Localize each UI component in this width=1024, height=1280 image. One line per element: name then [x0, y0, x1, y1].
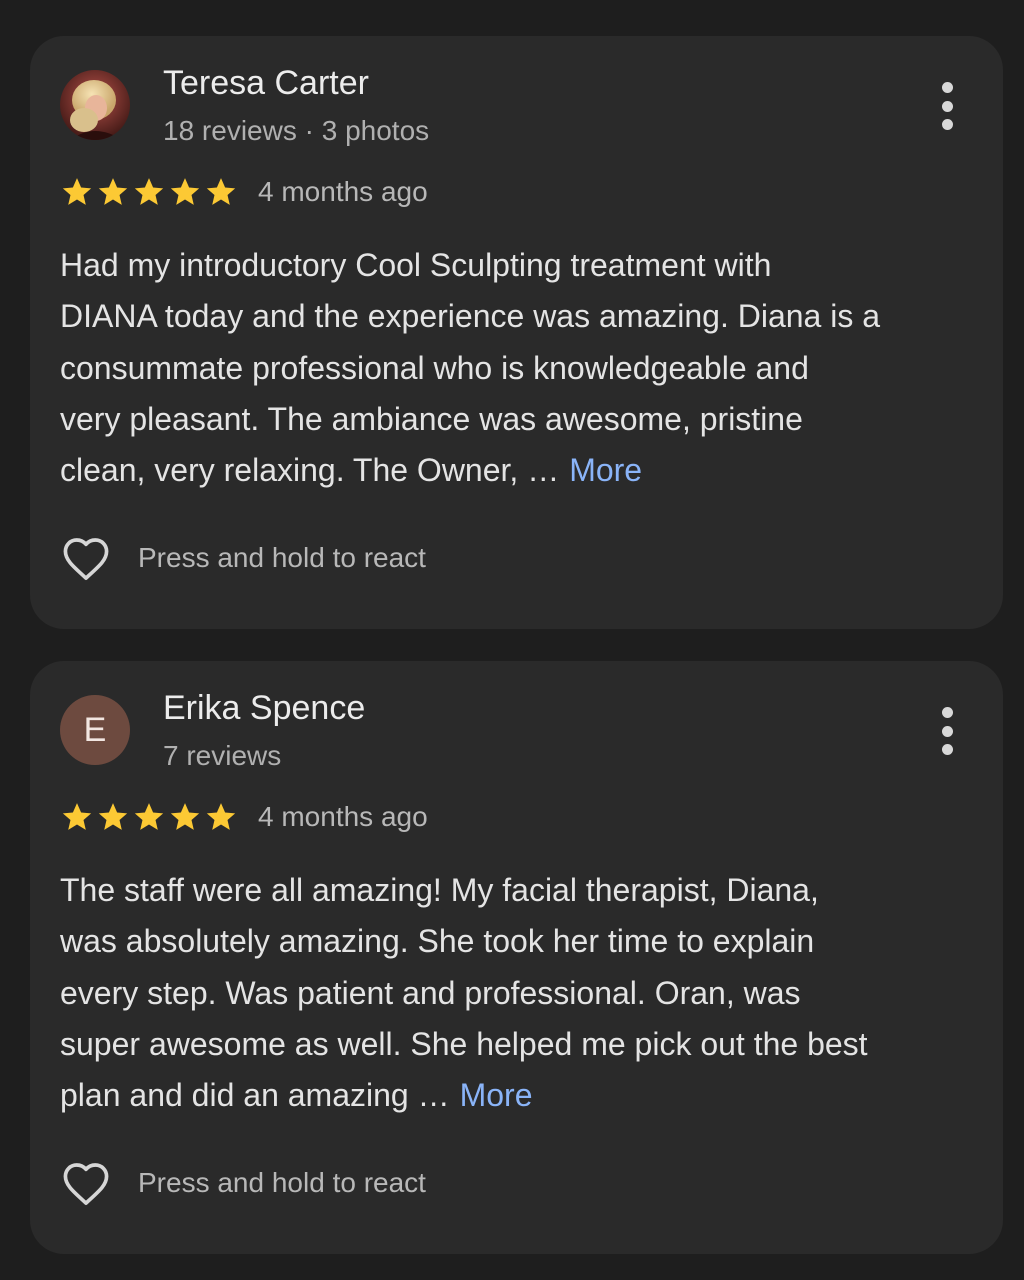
kebab-dot	[941, 707, 953, 718]
star-icon	[134, 803, 164, 830]
star-icon	[98, 178, 128, 205]
star-icon	[62, 803, 92, 830]
star-icon	[170, 803, 200, 830]
review-text-line: The staff were all amazing! My facial th…	[60, 872, 819, 908]
review-text-line: Had my introductory Cool Sculpting treat…	[60, 247, 772, 283]
kebab-dot	[941, 100, 953, 112]
reviewer-meta: 18 reviews · 3 photos	[163, 115, 430, 146]
more-vert-icon[interactable]	[935, 707, 959, 755]
review-text: The staff were all amazing! My facial th…	[60, 865, 990, 1121]
review-card: Teresa Carter 18 reviews · 3 photos 4 mo…	[30, 36, 1003, 629]
reviewer-avatar[interactable]: E	[60, 695, 130, 765]
more-link[interactable]: More	[460, 1077, 533, 1113]
react-label: Press and hold to react	[138, 542, 426, 573]
star-icon	[62, 178, 92, 205]
reviewer-name[interactable]: Erika Spence	[163, 689, 365, 728]
heart-outline-icon	[63, 538, 109, 580]
kebab-dot	[941, 119, 953, 130]
rating-row: 4 months ago	[60, 172, 428, 212]
review-text-line-last: clean, very relaxing. The Owner, … More	[60, 445, 990, 496]
star-icon	[206, 803, 236, 830]
react-button[interactable]: Press and hold to react	[60, 534, 426, 582]
review-text-line: consummate professional who is knowledge…	[60, 349, 809, 386]
review-text-line: every step. Was patient and professional…	[60, 974, 801, 1011]
rating-row: 4 months ago	[60, 797, 428, 837]
reviewer-avatar[interactable]	[60, 70, 130, 140]
star-icon	[170, 178, 200, 205]
review-text-line-last: plan and did an amazing … More	[60, 1070, 990, 1121]
kebab-dot	[941, 744, 953, 755]
star-icon	[206, 178, 236, 205]
kebab-dot	[941, 82, 953, 93]
review-text: Had my introductory Cool Sculpting treat…	[60, 240, 990, 496]
star-icon	[98, 803, 128, 830]
review-text-line: super awesome as well. She helped me pic…	[60, 1025, 868, 1062]
react-label: Press and hold to react	[138, 1167, 426, 1198]
reviewer-meta: 7 reviews	[163, 740, 282, 771]
review-text-line: DIANA today and the experience was amazi…	[60, 298, 881, 335]
star-icon	[134, 178, 164, 205]
kebab-dot	[941, 725, 953, 737]
review-date: 4 months ago	[258, 176, 428, 207]
review-text-line: was absolutely amazing. She took her tim…	[60, 923, 815, 960]
review-date: 4 months ago	[258, 801, 428, 832]
review-card: E Erika Spence 7 reviews 4 months ago Th…	[30, 661, 1003, 1254]
more-vert-icon[interactable]	[935, 82, 959, 130]
review-text-line: very pleasant. The ambiance was awesome,…	[60, 400, 803, 437]
reviewer-name[interactable]: Teresa Carter	[163, 64, 369, 103]
react-button[interactable]: Press and hold to react	[60, 1159, 426, 1207]
more-link[interactable]: More	[569, 452, 642, 488]
star-rating	[60, 175, 238, 209]
star-rating	[60, 800, 238, 834]
review-text-ellipsis-line: plan and did an amazing …	[60, 1077, 450, 1114]
review-text-ellipsis-line: clean, very relaxing. The Owner, …	[60, 452, 560, 489]
heart-outline-icon	[63, 1163, 109, 1205]
avatar-photo	[60, 70, 130, 140]
